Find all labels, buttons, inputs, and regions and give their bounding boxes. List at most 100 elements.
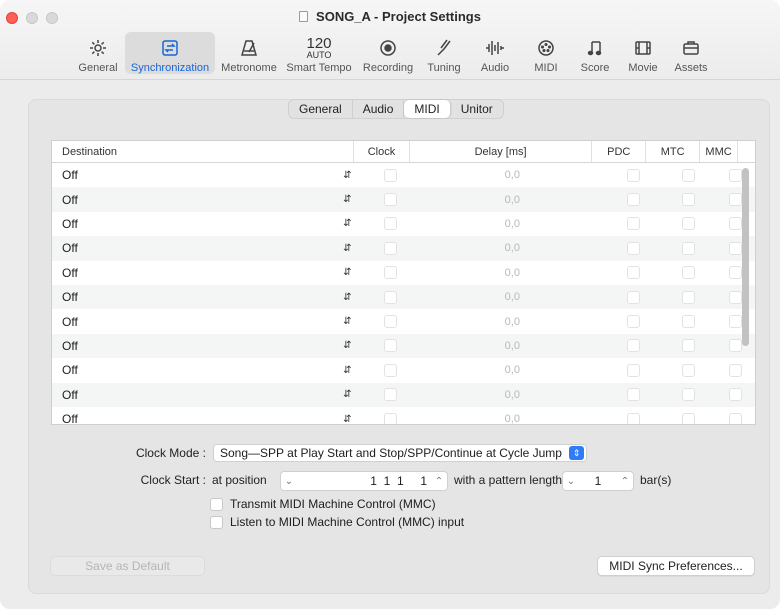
- clock-checkbox[interactable]: [383, 168, 397, 182]
- clock-checkbox[interactable]: [383, 290, 397, 304]
- chevron-updown-icon[interactable]: ⇵: [343, 243, 351, 254]
- pdc-checkbox[interactable]: [626, 363, 640, 377]
- mmc-checkbox[interactable]: [729, 412, 743, 424]
- table-row[interactable]: Off ⇵ 0,0: [52, 333, 755, 359]
- clock-checkbox[interactable]: [383, 193, 397, 207]
- clock-checkbox[interactable]: [383, 339, 397, 353]
- destination-cell[interactable]: Off ⇵: [52, 261, 362, 285]
- destination-cell[interactable]: Off ⇵: [52, 285, 362, 309]
- clock-checkbox[interactable]: [383, 412, 397, 424]
- toolbar-score[interactable]: Score: [571, 32, 619, 74]
- pdc-checkbox[interactable]: [626, 388, 640, 402]
- mtc-checkbox[interactable]: [682, 290, 696, 304]
- clock-checkbox[interactable]: [383, 217, 397, 231]
- toolbar-movie[interactable]: Movie: [621, 32, 665, 74]
- clock-checkbox[interactable]: [383, 241, 397, 255]
- destination-cell[interactable]: Off ⇵: [52, 309, 362, 333]
- delay-value[interactable]: 0,0: [505, 267, 520, 279]
- delay-value[interactable]: 0,0: [505, 364, 520, 376]
- delay-value[interactable]: 0,0: [505, 194, 520, 206]
- mtc-checkbox[interactable]: [682, 339, 696, 353]
- listen-mmc-row[interactable]: Listen to MIDI Machine Control (MMC) inp…: [210, 515, 464, 529]
- tab-general[interactable]: General: [289, 100, 353, 118]
- midi-sync-preferences-button[interactable]: MIDI Sync Preferences...: [597, 556, 755, 576]
- destination-cell[interactable]: Off ⇵: [52, 212, 362, 236]
- chevron-updown-icon[interactable]: ⇵: [343, 389, 351, 400]
- tab-unitor[interactable]: Unitor: [451, 100, 503, 118]
- chevron-down-icon[interactable]: ⌄: [563, 476, 579, 487]
- pdc-checkbox[interactable]: [626, 339, 640, 353]
- transmit-mmc-row[interactable]: Transmit MIDI Machine Control (MMC): [210, 497, 436, 511]
- mtc-checkbox[interactable]: [682, 217, 696, 231]
- delay-value[interactable]: 0,0: [505, 169, 520, 181]
- header-clock[interactable]: Clock: [354, 141, 410, 162]
- toolbar-metronome[interactable]: Metronome: [217, 32, 281, 74]
- mmc-checkbox[interactable]: [729, 290, 743, 304]
- mtc-checkbox[interactable]: [682, 363, 696, 377]
- mtc-checkbox[interactable]: [682, 241, 696, 255]
- delay-value[interactable]: 0,0: [505, 242, 520, 254]
- chevron-updown-icon[interactable]: ⇵: [343, 194, 351, 205]
- chevron-up-icon[interactable]: ⌃: [617, 476, 633, 487]
- toolbar-midi[interactable]: MIDI: [523, 32, 569, 74]
- listen-mmc-checkbox[interactable]: [210, 515, 223, 529]
- chevron-updown-icon[interactable]: ⇵: [343, 170, 351, 181]
- table-scrollbar[interactable]: [742, 168, 749, 346]
- pdc-checkbox[interactable]: [626, 266, 640, 280]
- toolbar-recording[interactable]: Recording: [357, 32, 419, 74]
- mtc-checkbox[interactable]: [682, 388, 696, 402]
- pdc-checkbox[interactable]: [626, 241, 640, 255]
- clock-checkbox[interactable]: [383, 266, 397, 280]
- toolbar-assets[interactable]: Assets: [667, 32, 715, 74]
- mtc-checkbox[interactable]: [682, 315, 696, 329]
- toolbar-general[interactable]: General: [73, 32, 123, 74]
- delay-value[interactable]: 0,0: [505, 316, 520, 328]
- delay-value[interactable]: 0,0: [505, 413, 520, 424]
- pdc-checkbox[interactable]: [626, 412, 640, 424]
- chevron-up-icon[interactable]: ⌃: [431, 476, 447, 487]
- table-row[interactable]: Off ⇵ 0,0: [52, 187, 755, 212]
- pdc-checkbox[interactable]: [626, 290, 640, 304]
- pdc-checkbox[interactable]: [626, 315, 640, 329]
- save-as-default-button[interactable]: Save as Default: [50, 556, 205, 576]
- table-row[interactable]: Off ⇵ 0,0: [52, 212, 755, 236]
- destination-cell[interactable]: Off ⇵: [52, 383, 362, 407]
- table-row[interactable]: Off ⇵ 0,0: [52, 261, 755, 285]
- tab-audio[interactable]: Audio: [353, 100, 405, 118]
- chevron-updown-icon[interactable]: ⇵: [343, 316, 351, 327]
- tab-midi[interactable]: MIDI: [404, 100, 451, 118]
- pdc-checkbox[interactable]: [626, 193, 640, 207]
- mmc-checkbox[interactable]: [729, 217, 743, 231]
- chevron-updown-icon[interactable]: ⇵: [343, 218, 351, 229]
- destination-cell[interactable]: Off ⇵: [52, 358, 362, 382]
- clock-checkbox[interactable]: [383, 388, 397, 402]
- chevron-down-icon[interactable]: ⌄: [281, 476, 297, 487]
- table-row[interactable]: Off ⇵ 0,0: [52, 309, 755, 333]
- mtc-checkbox[interactable]: [682, 193, 696, 207]
- destination-cell[interactable]: Off ⇵: [52, 163, 362, 187]
- toolbar-tuning[interactable]: Tuning: [421, 32, 467, 74]
- destination-cell[interactable]: Off ⇵: [52, 187, 362, 211]
- mmc-checkbox[interactable]: [729, 363, 743, 377]
- mmc-checkbox[interactable]: [729, 388, 743, 402]
- mtc-checkbox[interactable]: [682, 168, 696, 182]
- table-row[interactable]: Off ⇵ 0,0: [52, 358, 755, 382]
- mtc-checkbox[interactable]: [682, 266, 696, 280]
- mmc-checkbox[interactable]: [729, 193, 743, 207]
- mmc-checkbox[interactable]: [729, 241, 743, 255]
- chevron-updown-icon[interactable]: ⇵: [343, 414, 351, 424]
- destination-cell[interactable]: Off ⇵: [52, 334, 362, 358]
- pattern-length-field[interactable]: ⌄ 1 ⌃: [562, 471, 634, 491]
- table-row[interactable]: Off ⇵ 0,0: [52, 236, 755, 261]
- chevron-updown-icon[interactable]: ⇵: [343, 267, 351, 278]
- clock-start-position-field[interactable]: ⌄ 1 1 1 1 ⌃: [280, 471, 448, 491]
- toolbar-smart-tempo[interactable]: 120 AUTO Smart Tempo: [283, 32, 355, 75]
- table-row[interactable]: Off ⇵ 0,0: [52, 382, 755, 407]
- table-row[interactable]: Off ⇵ 0,0: [52, 407, 755, 424]
- delay-value[interactable]: 0,0: [505, 340, 520, 352]
- toolbar-synchronization[interactable]: Synchronization: [125, 32, 215, 74]
- mtc-checkbox[interactable]: [682, 412, 696, 424]
- table-row[interactable]: Off ⇵ 0,0: [52, 163, 755, 187]
- header-delay[interactable]: Delay [ms]: [410, 141, 593, 162]
- destination-cell[interactable]: Off ⇵: [52, 407, 362, 424]
